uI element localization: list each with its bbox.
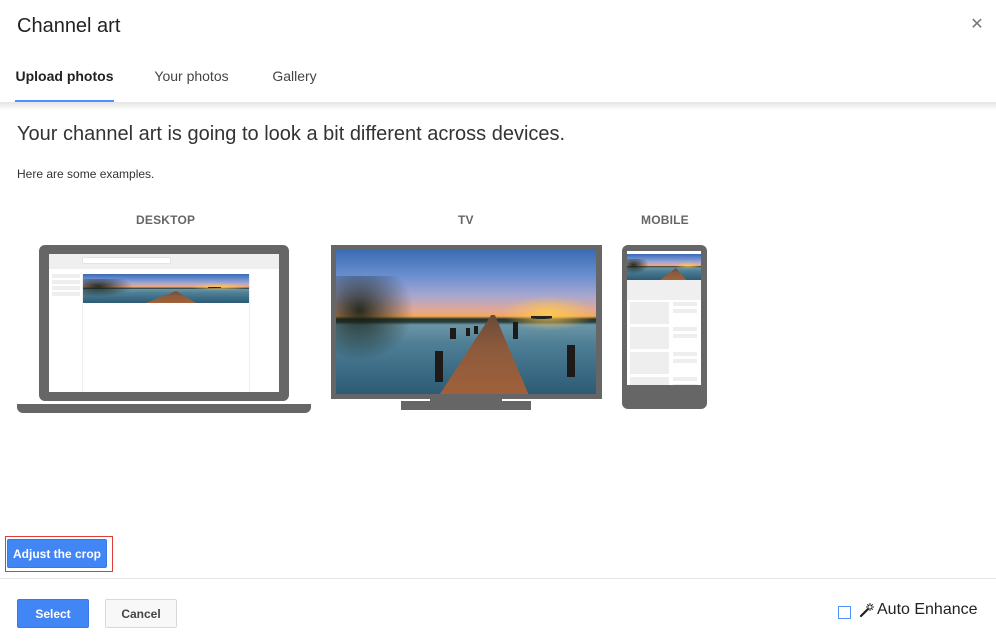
select-button[interactable]: Select — [17, 599, 89, 628]
page-subtext: Here are some examples. — [17, 167, 155, 181]
mobile-video-thumb — [630, 377, 669, 385]
desktop-sidebar-line — [52, 292, 80, 296]
mobile-video-thumb — [630, 327, 669, 349]
mobile-video-thumb — [630, 352, 669, 374]
page-headline: Your channel art is going to look a bit … — [17, 123, 566, 145]
desktop-preview — [39, 245, 289, 401]
device-label-tv: TV — [458, 213, 474, 227]
desktop-banner-image — [83, 274, 249, 303]
desktop-screen — [49, 254, 279, 392]
mobile-text-line — [673, 352, 697, 356]
auto-enhance-label: Auto Enhance — [877, 601, 978, 618]
dialog-title: Channel art — [17, 15, 121, 37]
tv-stand — [401, 401, 531, 410]
mobile-text-line — [673, 302, 697, 306]
desktop-search-bar — [82, 257, 171, 264]
magic-wand-icon — [859, 602, 875, 618]
mobile-text-line — [673, 334, 697, 338]
auto-enhance-toggle[interactable]: Auto Enhance — [838, 600, 978, 620]
mobile-text-line — [673, 377, 697, 381]
mobile-header-band — [627, 280, 701, 300]
mobile-video-thumb — [630, 302, 669, 324]
phone-icon — [622, 245, 707, 409]
close-button[interactable]: ✕ — [969, 17, 985, 33]
device-label-mobile: MOBILE — [641, 213, 689, 227]
tab-your-photos[interactable]: Your photos — [150, 56, 233, 102]
mobile-banner-image — [627, 254, 701, 280]
mobile-text-line — [673, 309, 697, 313]
footer-divider — [0, 578, 996, 579]
tab-gallery[interactable]: Gallery — [269, 56, 320, 102]
tab-bar-divider — [0, 102, 996, 110]
tab-upload-photos[interactable]: Upload photos — [15, 56, 114, 102]
desktop-content-area — [82, 274, 250, 392]
cancel-button[interactable]: Cancel — [105, 599, 177, 628]
tv-preview — [331, 245, 602, 399]
desktop-sidebar-line — [52, 280, 80, 284]
mobile-text-line — [673, 359, 697, 363]
mobile-screen — [627, 251, 701, 385]
desktop-sidebar-line — [52, 286, 80, 290]
device-label-desktop: DESKTOP — [136, 213, 196, 227]
laptop-base — [17, 404, 311, 413]
tv-banner-image — [336, 250, 596, 394]
adjust-crop-button[interactable]: Adjust the crop — [7, 539, 107, 568]
tab-bar: Upload photos Your photos Gallery — [0, 56, 996, 102]
mobile-text-line — [673, 327, 697, 331]
desktop-sidebar-line — [52, 274, 80, 278]
close-icon: ✕ — [970, 16, 984, 33]
desktop-topbar — [49, 254, 279, 269]
mobile-text-line — [673, 384, 697, 385]
auto-enhance-checkbox[interactable] — [838, 605, 851, 619]
